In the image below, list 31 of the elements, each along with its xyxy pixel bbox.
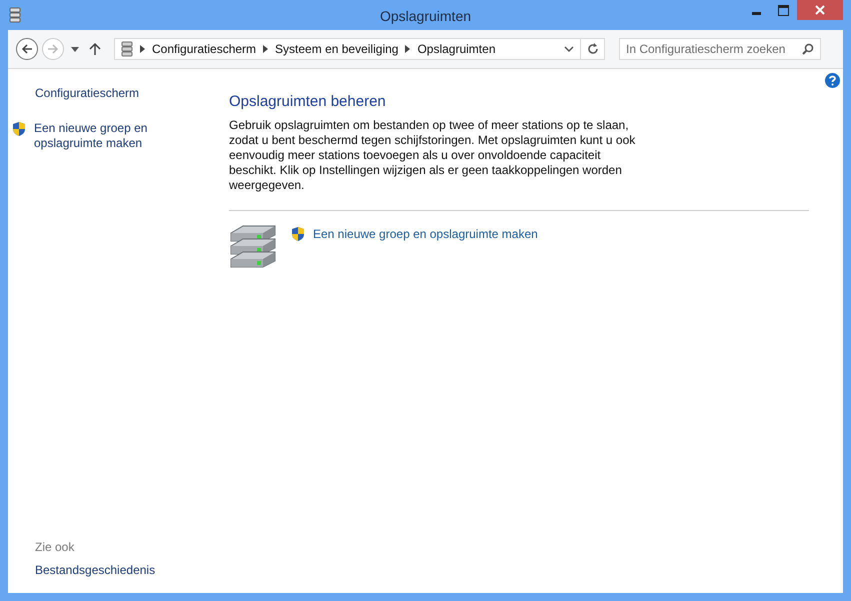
up-arrow-icon	[89, 42, 101, 56]
breadcrumb[interactable]: Opslagruimten	[417, 42, 496, 56]
help-button[interactable]	[825, 73, 840, 88]
task-link[interactable]: Een nieuwe groep en opslagruimte maken	[313, 227, 538, 241]
chevron-icon	[263, 45, 268, 53]
description-text: Gebruik opslagruimten om bestanden op twee of meer stations op te slaan, zodat u bent beschermd tegen schijfstoringen. Met opslagruimten kunt u ook eenvoudig meer stations toevoegen als u over onvoldoende capaciteit beschikt. Klik op Instellingen wijzigen als er geen taakkoppelingen worden weergegeven.	[229, 118, 636, 193]
breadcrumb[interactable]: Systeem en beveiliging	[275, 42, 398, 56]
caret-icon	[71, 46, 79, 52]
chevron-icon	[140, 45, 145, 53]
close-button[interactable]	[797, 0, 843, 20]
page-heading: Opslagruimten beheren	[229, 93, 387, 110]
drive-stack-icon	[121, 41, 133, 57]
window-title: Opslagruimten	[380, 8, 472, 24]
refresh-icon	[586, 43, 598, 55]
back-button[interactable]	[16, 38, 38, 60]
dropdown-icon[interactable]	[564, 46, 574, 52]
close-icon	[815, 5, 825, 15]
refresh-button[interactable]	[581, 38, 605, 60]
sidebar-link[interactable]: Configuratiescherm	[35, 86, 175, 101]
search-field[interactable]: In Configuratiescherm zoeken	[619, 38, 821, 60]
drive-stack-icon	[9, 7, 21, 23]
address-bar[interactable]: Configuratiescherm Systeem en beveiliging Opslagruimten	[114, 38, 581, 60]
see-also-link[interactable]: Bestandsgeschiedenis	[35, 563, 175, 578]
chevron-icon	[405, 45, 410, 53]
sidebar-link[interactable]: Een nieuwe groep en opslagruimte maken	[34, 121, 174, 151]
right-arrow-icon	[46, 42, 60, 56]
see-also-heading: Zie ook	[35, 540, 76, 554]
shield-icon	[291, 226, 305, 242]
breadcrumb[interactable]: Configuratiescherm	[152, 42, 256, 56]
search-icon	[802, 43, 814, 55]
left-arrow-icon	[20, 42, 34, 56]
